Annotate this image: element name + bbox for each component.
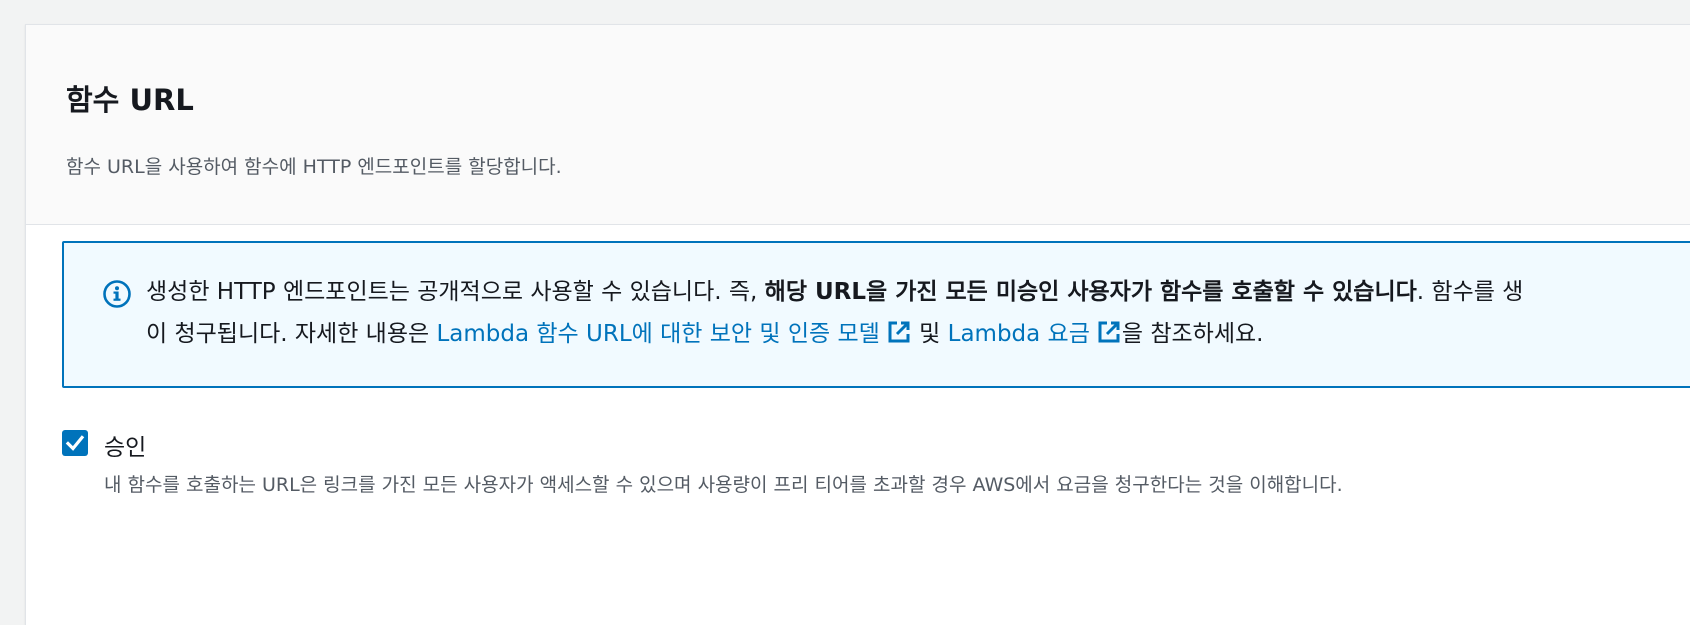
acknowledge-checkbox[interactable] bbox=[62, 430, 88, 456]
alert-line1-tail: . 함수를 생 bbox=[1416, 279, 1524, 305]
info-icon bbox=[103, 280, 131, 308]
acknowledge-description: 내 함수를 호출하는 URL은 링크를 가진 모든 사용자가 액세스할 수 있으… bbox=[104, 474, 1343, 496]
checkmark-icon bbox=[65, 435, 85, 451]
alert-line1-bold: 해당 URL을 가진 모든 미승인 사용자가 함수를 호출할 수 있습니다 bbox=[764, 279, 1417, 305]
acknowledge-label[interactable]: 승인 bbox=[104, 428, 146, 462]
alert-line1-plain: 생성한 HTTP 엔드포인트는 공개적으로 사용할 수 있습니다. 즉, bbox=[146, 279, 765, 305]
info-alert: 생성한 HTTP 엔드포인트는 공개적으로 사용할 수 있습니다. 즉, 해당 … bbox=[62, 241, 1690, 388]
lambda-pricing-link-label: Lambda 요금 bbox=[947, 321, 1090, 347]
lambda-pricing-link[interactable]: Lambda 요금 bbox=[948, 321, 1122, 347]
page-description: 함수 URL을 사용하여 함수에 HTTP 엔드포인트를 할당합니다. bbox=[66, 156, 562, 178]
alert-text: 생성한 HTTP 엔드포인트는 공개적으로 사용할 수 있습니다. 즉, 해당 … bbox=[146, 271, 1690, 355]
alert-link-between: 및 bbox=[911, 321, 948, 347]
external-link-icon bbox=[1098, 321, 1120, 343]
alert-line2-plain: 이 청구됩니다. 자세한 내용은 bbox=[146, 321, 437, 347]
alert-line-2: 이 청구됩니다. 자세한 내용은 Lambda 함수 URL에 대한 보안 및 … bbox=[146, 313, 1690, 355]
page-title: 함수 URL bbox=[66, 83, 194, 117]
panel-header: 함수 URL 함수 URL을 사용하여 함수에 HTTP 엔드포인트를 할당합니… bbox=[26, 25, 1690, 225]
external-link-icon bbox=[888, 321, 910, 343]
function-url-panel: 함수 URL 함수 URL을 사용하여 함수에 HTTP 엔드포인트를 할당합니… bbox=[25, 24, 1690, 625]
security-model-link[interactable]: Lambda 함수 URL에 대한 보안 및 인증 모델 bbox=[436, 321, 911, 347]
security-model-link-label: Lambda 함수 URL에 대한 보안 및 인증 모델 bbox=[436, 321, 880, 347]
alert-line-1: 생성한 HTTP 엔드포인트는 공개적으로 사용할 수 있습니다. 즉, 해당 … bbox=[146, 271, 1690, 313]
alert-line2-tail: 을 참조하세요. bbox=[1121, 321, 1264, 347]
